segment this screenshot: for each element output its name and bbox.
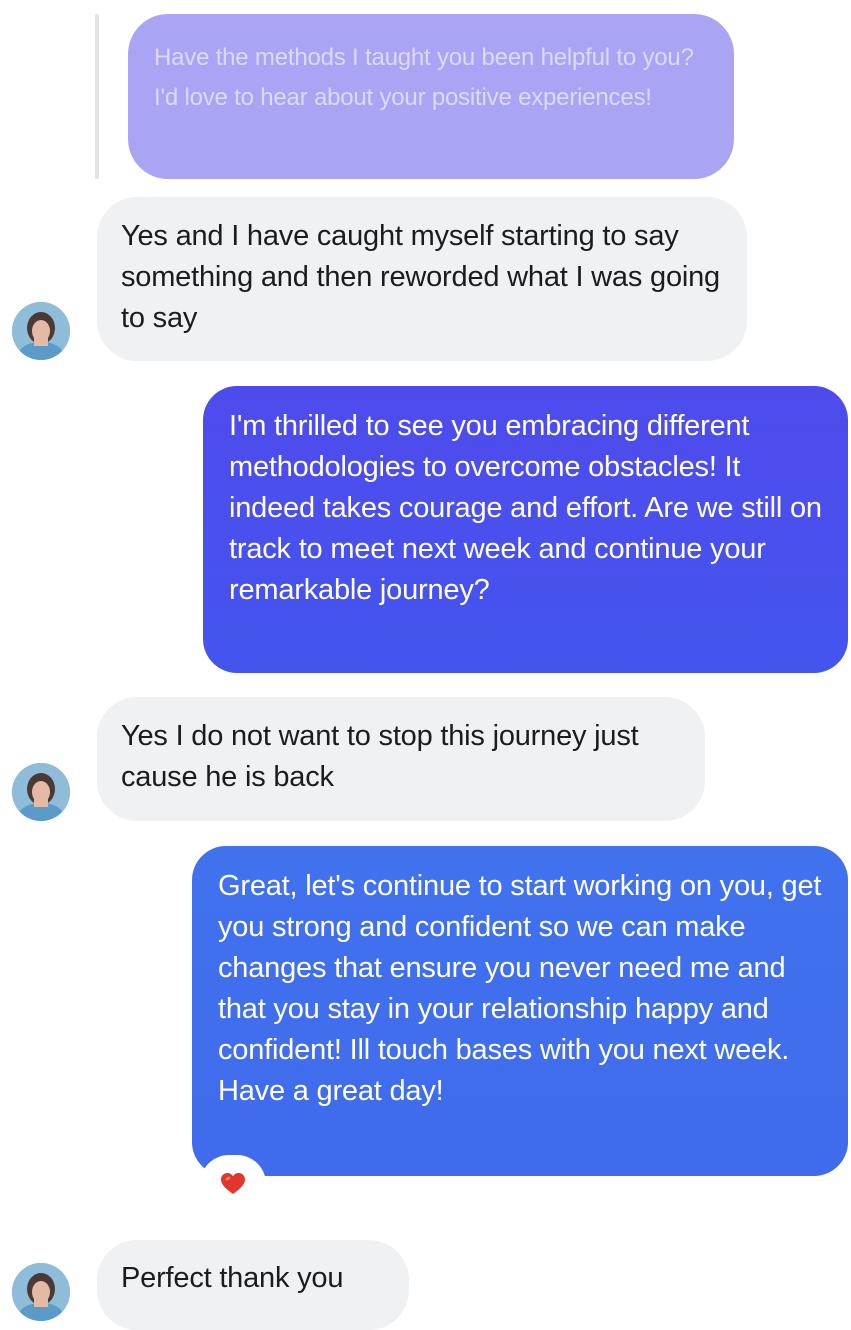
incoming-message-bubble[interactable]: Perfect thank you	[97, 1240, 409, 1330]
quoted-message-bubble[interactable]: Have the methods I taught you been helpf…	[128, 14, 734, 179]
heart-icon	[221, 1173, 245, 1194]
avatar-icon	[12, 302, 70, 360]
avatar-icon	[12, 763, 70, 821]
avatar-icon	[12, 1263, 70, 1321]
contact-avatar[interactable]	[12, 302, 70, 360]
incoming-message-bubble[interactable]: Yes I do not want to stop this journey j…	[97, 697, 705, 821]
outgoing-message-bubble[interactable]: I'm thrilled to see you embracing differ…	[203, 386, 848, 673]
outgoing-message-bubble[interactable]: Great, let's continue to start working o…	[192, 846, 848, 1176]
message-reaction[interactable]	[203, 1158, 263, 1210]
message-thread: Have the methods I taught you been helpf…	[0, 0, 851, 1330]
contact-avatar[interactable]	[12, 1263, 70, 1321]
incoming-message-bubble[interactable]: Yes and I have caught myself starting to…	[97, 197, 747, 361]
reply-indicator-line	[95, 14, 99, 179]
contact-avatar[interactable]	[12, 763, 70, 821]
